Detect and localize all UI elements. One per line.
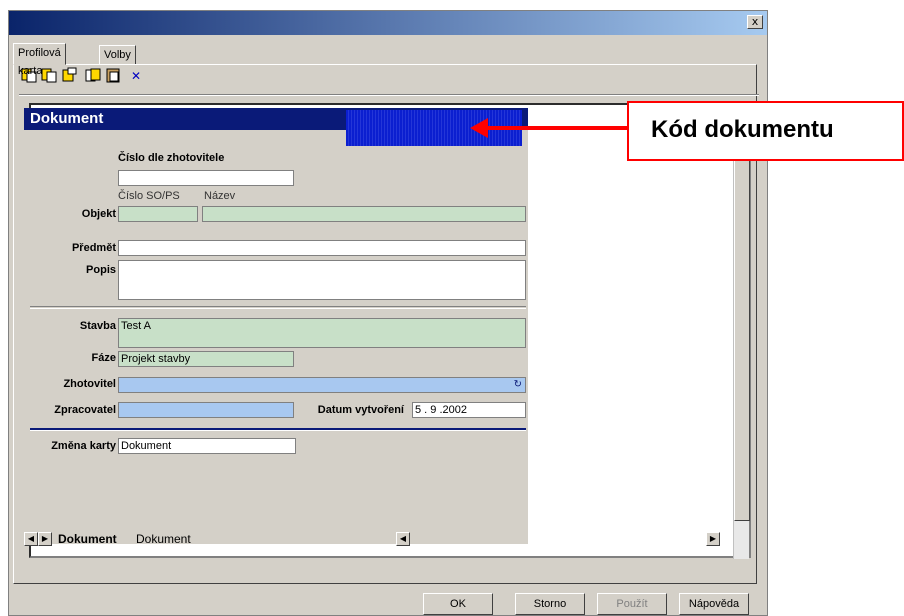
zhotovitel-field[interactable]: ↻ [118,377,526,393]
stavba-field[interactable]: Test A [118,318,526,348]
faze-label: Fáze [91,352,116,364]
cislo-sops-label: Číslo SO/PS [118,190,180,202]
vertical-scrollbar[interactable] [733,121,750,559]
section-divider [30,306,526,309]
faze-field[interactable]: Projekt stavby [118,351,294,367]
sheet-tab-dokument[interactable]: Dokument [136,532,191,546]
hscroll-right-icon[interactable]: ▶ [706,532,720,546]
document-title: Dokument [30,110,104,127]
zpracovatel-label: Zpracovatel [54,404,116,416]
cislo-label: Číslo dle zhotovitele [118,152,225,164]
nav-right-icon[interactable]: ▶ [38,532,52,546]
tab-profilova-karta[interactable]: Profilová karta [13,43,66,77]
new-card-icon[interactable] [61,67,79,85]
copy-card-icon[interactable] [41,67,59,85]
popis-field[interactable] [118,260,526,300]
datum-label: Datum vytvoření [317,404,404,416]
pouzit-button[interactable]: Použít [597,593,667,615]
nazev-label: Název [204,190,236,202]
callout-box: Kód dokumentu [627,101,904,161]
clipboard-icon[interactable] [105,67,123,85]
stavba-label: Stavba [79,320,116,332]
sheet-tab-bar: ◀ ▶ Dokument Dokument ◀ ▶ [24,532,720,548]
objekt-nazev-field[interactable] [202,206,526,222]
objekt-cislo-field[interactable] [118,206,198,222]
hscroll-left-icon[interactable]: ◀ [396,532,410,546]
cislo-field[interactable] [118,170,294,186]
objekt-label: Objekt [81,208,116,220]
section-divider [30,428,526,431]
delete-icon[interactable]: ✕ [127,67,145,85]
nav-left-icon[interactable]: ◀ [24,532,38,546]
zpracovatel-field[interactable] [118,402,294,418]
ok-button[interactable]: OK [423,593,493,615]
storno-button[interactable]: Storno [515,593,585,615]
zmena-karty-field[interactable]: Dokument [118,438,296,454]
close-button[interactable]: x [747,15,763,29]
scroll-thumb[interactable] [734,121,750,521]
callout-arrowhead [470,118,488,138]
lookup-icon[interactable]: ↻ [514,378,522,392]
predmet-label: Předmět [71,242,116,254]
sheet-tab-dokument-active[interactable]: Dokument [58,532,117,546]
predmet-field[interactable] [118,240,526,256]
callout-arrow [480,126,628,130]
popis-label: Popis [86,264,116,276]
toolbar-separator [19,94,759,96]
document-form: Dokument Číslo dle zhotovitele Číslo SO/… [24,108,528,544]
tab-volby[interactable]: Volby [99,45,136,65]
zmena-karty-label: Změna karty [51,440,116,452]
zhotovitel-label: Zhotovitel [63,378,116,390]
callout-text: Kód dokumentu [651,116,834,143]
datum-field[interactable]: 5 . 9 .2002 [412,402,526,418]
paste-card-icon[interactable] [85,67,103,85]
napoveda-button[interactable]: Nápověda [679,593,749,615]
title-bar: x [9,11,767,35]
